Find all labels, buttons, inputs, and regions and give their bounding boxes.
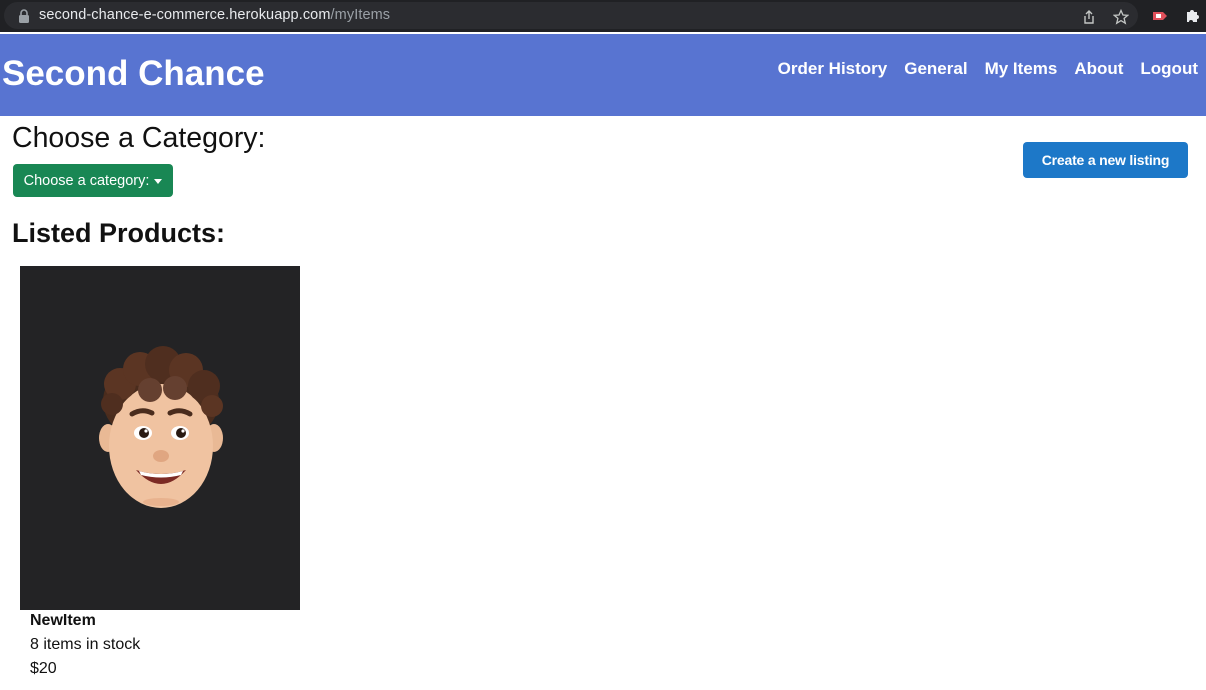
nav-link-general[interactable]: General [904,59,967,79]
product-stock: 8 items in stock [30,636,141,653]
url-path: /myItems [330,7,391,23]
nav-link-logout[interactable]: Logout [1140,59,1198,79]
create-listing-button[interactable]: Create a new listing [1023,142,1188,178]
nav-link-about[interactable]: About [1074,59,1123,79]
nav-links: Order History General My Items About Log… [778,59,1198,79]
nav-link-my-items[interactable]: My Items [985,59,1058,79]
url-host: second-chance-e-commerce.herokuapp.com [39,7,331,23]
memoji-avatar-icon [99,346,223,508]
url-text: second-chance-e-commerce.herokuapp.com/m… [39,7,390,23]
share-icon[interactable] [1081,9,1097,25]
product-price: $20 [30,660,57,677]
browser-toolbar: second-chance-e-commerce.herokuapp.com/m… [0,0,1206,32]
category-heading: Choose a Category: [12,122,266,154]
category-dropdown-label: Choose a category: [23,172,150,189]
brand-logo[interactable]: Second Chance [2,54,265,94]
caret-down-icon [154,178,163,184]
nav-link-order-history[interactable]: Order History [778,59,888,79]
address-bar[interactable]: second-chance-e-commerce.herokuapp.com/m… [4,2,1138,29]
navbar: Second Chance Order History General My I… [0,34,1206,116]
product-card[interactable]: NewItem 8 items in stock $20 [20,266,300,686]
products-heading: Listed Products: [12,218,226,248]
extension-red-icon[interactable] [1152,8,1168,24]
star-icon[interactable] [1113,9,1129,25]
lock-icon [19,9,29,23]
category-dropdown[interactable]: Choose a category: [13,164,173,197]
puzzle-icon[interactable] [1185,7,1201,23]
product-image[interactable] [20,266,300,610]
product-name[interactable]: NewItem [30,612,96,630]
